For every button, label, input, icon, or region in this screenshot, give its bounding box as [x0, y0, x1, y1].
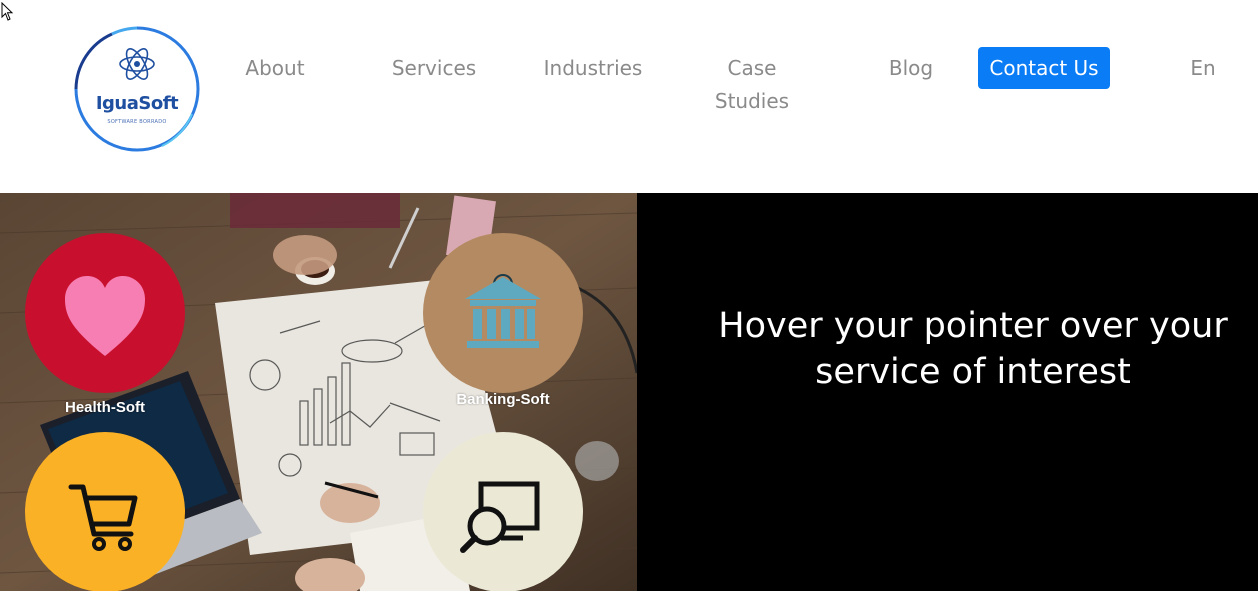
site-header: IguaSoft SOFTWARE BORRADO About Services…	[0, 0, 1258, 193]
nav-case-studies-line1: Case	[727, 56, 777, 80]
service-banking-soft[interactable]: $	[423, 233, 583, 393]
hero-headline: Hover your pointer over your service of …	[690, 303, 1256, 395]
language-selector[interactable]: En	[1184, 52, 1222, 85]
nav-case-studies[interactable]: Case Studies	[702, 52, 802, 118]
nav-industries[interactable]: Industries	[535, 52, 651, 85]
company-logo[interactable]: IguaSoft SOFTWARE BORRADO	[72, 24, 202, 154]
nav-about[interactable]: About	[235, 52, 315, 85]
monitor-search-icon	[460, 481, 540, 553]
service-health-label: Health-Soft	[65, 399, 145, 416]
mouse-pointer-icon	[1, 2, 14, 21]
service-analytics[interactable]	[423, 432, 583, 591]
logo-tagline: SOFTWARE BORRADO	[107, 119, 167, 125]
contact-us-button[interactable]: Contact Us	[978, 47, 1110, 89]
service-ecommerce[interactable]	[25, 432, 185, 591]
hero-headline-line1: Hover your pointer over your	[718, 306, 1228, 346]
logo-name: IguaSoft	[95, 93, 179, 114]
heart-icon	[65, 276, 145, 356]
atom-icon	[119, 48, 155, 80]
service-health-soft[interactable]	[25, 233, 185, 393]
hero-headline-line2: service of interest	[815, 352, 1131, 392]
nav-services[interactable]: Services	[384, 52, 484, 85]
service-banking-label: Banking-Soft	[456, 391, 550, 408]
bank-icon: $	[465, 274, 541, 348]
nav-case-studies-line2: Studies	[714, 89, 790, 113]
nav-blog[interactable]: Blog	[880, 52, 942, 85]
shopping-cart-icon	[68, 484, 138, 551]
